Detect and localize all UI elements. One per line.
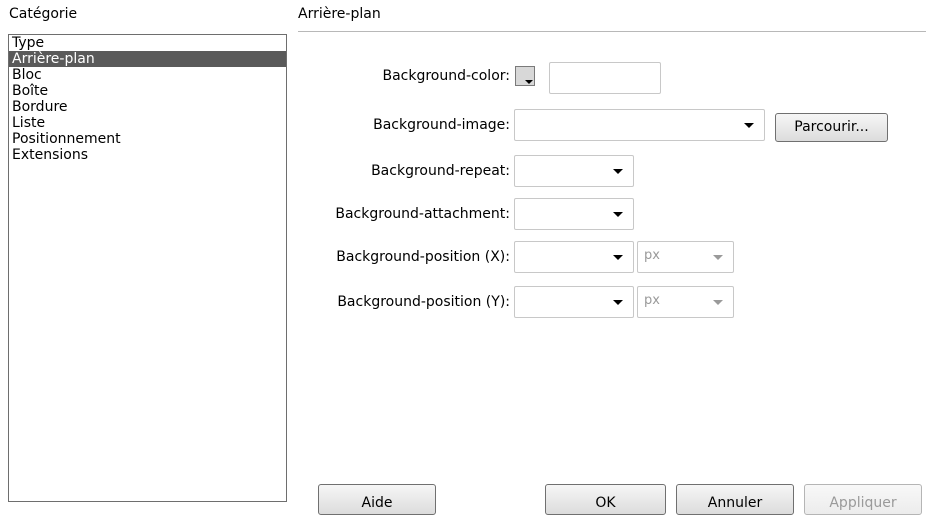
bg-position-x-label: Background-position (X): (336, 249, 510, 265)
dropdown-arrow-icon (613, 169, 623, 174)
bg-repeat-label: Background-repeat: (371, 163, 510, 179)
title-divider (298, 31, 926, 32)
apply-button[interactable]: Appliquer (804, 484, 922, 515)
dropdown-arrow-icon (613, 212, 623, 217)
bg-attachment-label: Background-attachment: (335, 206, 510, 222)
browse-button[interactable]: Parcourir... (775, 113, 888, 142)
dropdown-arrow-icon (613, 255, 623, 260)
category-list[interactable]: Type Arrière-plan Bloc Boîte Bordure Lis… (8, 34, 287, 502)
panel-title: Arrière-plan (298, 6, 381, 22)
chevron-down-icon (525, 80, 533, 84)
dropdown-arrow-icon (713, 255, 723, 260)
bg-position-y-label: Background-position (Y): (337, 294, 510, 310)
bg-attachment-select[interactable] (514, 198, 634, 230)
dropdown-arrow-icon (613, 300, 623, 305)
category-item-background[interactable]: Arrière-plan (9, 51, 286, 67)
category-item-block[interactable]: Bloc (9, 67, 286, 83)
category-item-box[interactable]: Boîte (9, 83, 286, 99)
bg-position-y-unit[interactable]: px (637, 286, 734, 318)
bg-position-x-combo[interactable] (514, 241, 634, 273)
ok-button[interactable]: OK (545, 484, 666, 515)
bg-image-combo[interactable] (514, 109, 765, 141)
cancel-button[interactable]: Annuler (676, 484, 794, 515)
bg-position-x-unit[interactable]: px (637, 241, 734, 273)
category-item-list[interactable]: Liste (9, 115, 286, 131)
color-picker-button[interactable] (515, 66, 535, 86)
dropdown-arrow-icon (744, 123, 754, 128)
bg-repeat-select[interactable] (514, 155, 634, 187)
category-header: Catégorie (9, 6, 78, 22)
category-item-positioning[interactable]: Positionnement (9, 131, 286, 147)
bg-image-label: Background-image: (373, 117, 510, 133)
bg-position-y-combo[interactable] (514, 286, 634, 318)
help-button[interactable]: Aide (318, 484, 436, 515)
bg-color-label: Background-color: (382, 68, 510, 84)
category-item-extensions[interactable]: Extensions (9, 147, 286, 163)
dropdown-arrow-icon (713, 300, 723, 305)
bg-color-input[interactable] (549, 62, 661, 94)
category-item-type[interactable]: Type (9, 35, 286, 51)
category-item-border[interactable]: Bordure (9, 99, 286, 115)
